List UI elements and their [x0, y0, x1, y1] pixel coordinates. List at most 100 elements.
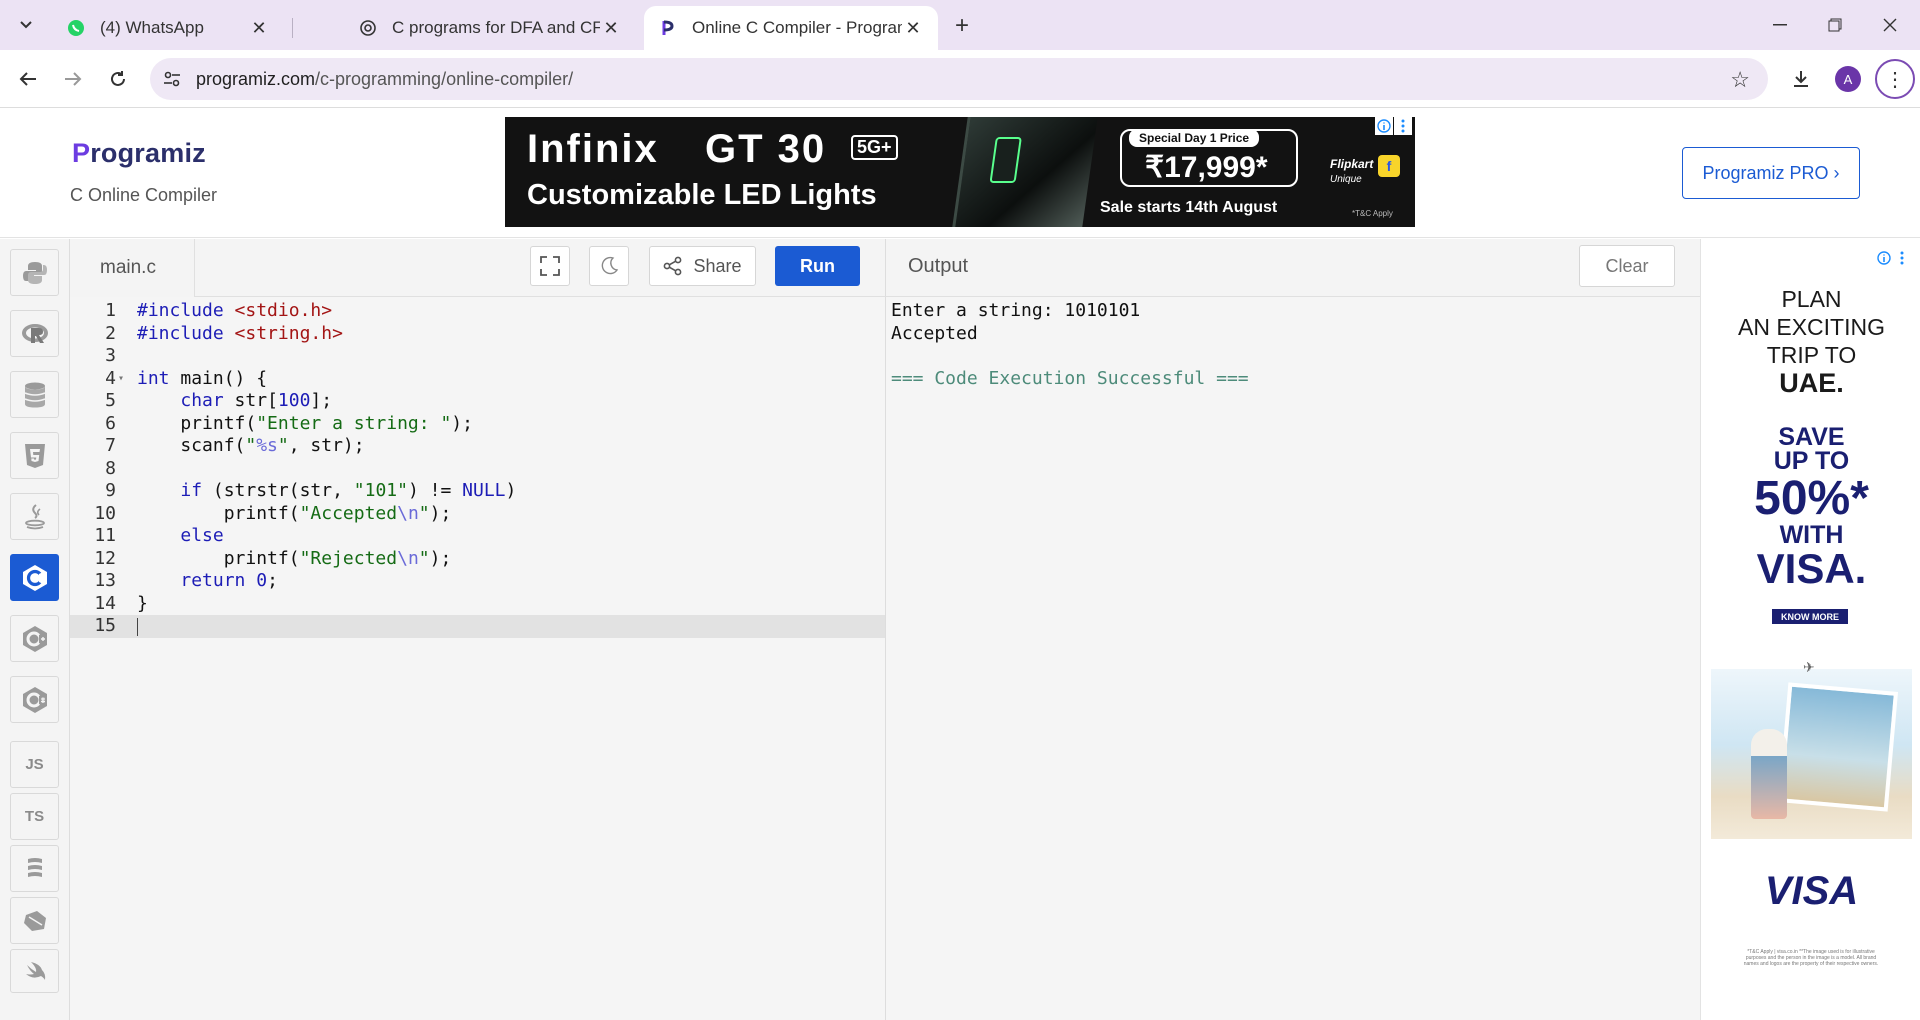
profile-button[interactable]: A [1833, 64, 1863, 94]
ad-brand: Infinix [527, 127, 659, 171]
run-button[interactable]: Run [775, 246, 860, 286]
code-line[interactable]: 1 #include <stdio.h> [70, 300, 885, 323]
tab-search-button[interactable] [10, 9, 42, 41]
lang-js[interactable]: JS [10, 741, 59, 788]
code-line[interactable]: 15 [70, 615, 885, 638]
lang-php[interactable] [10, 897, 59, 944]
lang-python[interactable] [10, 249, 59, 296]
file-tab[interactable]: main.c [70, 239, 195, 297]
burj-al-arab-photo [1777, 682, 1899, 812]
url-host: programiz.com [196, 69, 316, 89]
code-line[interactable]: 10 printf("Accepted\n"); [70, 503, 885, 526]
downloads-button[interactable] [1786, 64, 1816, 94]
tab-programiz[interactable]: Online C Compiler - Programiz ✕ [644, 6, 938, 50]
know-more-button[interactable]: KNOW MORE [1772, 609, 1848, 624]
reload-button[interactable] [103, 64, 133, 94]
code-line[interactable]: 7 scanf("%s", str); [70, 435, 885, 458]
close-icon[interactable]: ✕ [902, 17, 924, 39]
line-number: 15 [94, 615, 116, 636]
lang-java[interactable] [10, 493, 59, 540]
line-number: 14 [94, 592, 116, 614]
programiz-pro-button[interactable]: Programiz PRO › [1682, 147, 1860, 199]
code-line[interactable]: 11 else [70, 525, 885, 548]
ad-tagline: Customizable LED Lights [527, 179, 877, 211]
code-line[interactable]: 9 if (strstr(str, "101") != NULL) [70, 480, 885, 503]
chatgpt-icon [358, 18, 378, 38]
ad-options-icon[interactable] [1893, 249, 1911, 267]
output-header: Output Clear [885, 239, 1700, 297]
ad-options-icon[interactable] [1394, 117, 1412, 135]
line-number: 13 [94, 570, 116, 591]
site-info-icon[interactable] [162, 69, 182, 89]
ad-terms: *T&C Apply [1352, 209, 1393, 218]
ad-line: SAVE [1778, 423, 1845, 451]
share-button[interactable]: Share [649, 246, 756, 286]
fold-arrow-icon[interactable]: ▾ [118, 368, 124, 391]
line-number: 8 [105, 457, 116, 479]
address-bar[interactable]: programiz.com/c-programming/online-compi… [150, 58, 1768, 100]
fullscreen-button[interactable] [530, 246, 570, 286]
banner-ad[interactable]: Infinix GT 30 5G+ Customizable LED Light… [505, 117, 1415, 227]
close-window-button[interactable] [1870, 10, 1910, 40]
site-header: Programiz C Online Compiler Infinix GT 3… [0, 108, 1920, 238]
ad-line: AN EXCITING [1738, 314, 1885, 340]
code-line[interactable]: 8 [70, 458, 885, 481]
bookmark-star-icon[interactable]: ☆ [1730, 67, 1750, 93]
execution-status: === Code Execution Successful === [891, 367, 1249, 389]
clear-button[interactable]: Clear [1579, 245, 1675, 287]
back-button[interactable] [13, 64, 43, 94]
code-line[interactable]: 6 printf("Enter a string: "); [70, 413, 885, 436]
lang-ts[interactable]: TS [10, 793, 59, 840]
browser-menu-button[interactable]: ⋮ [1875, 59, 1915, 99]
restore-button[interactable] [1815, 10, 1855, 40]
tab-title: C programs for DFA and CFG [392, 18, 600, 37]
visa-side-ad[interactable]: PLAN AN EXCITING TRIP TO UAE. SAVE UP TO… [1711, 249, 1912, 1009]
page-subtitle: C Online Compiler [70, 185, 218, 205]
code-line[interactable]: 14} [70, 593, 885, 616]
forward-button[interactable] [58, 64, 88, 94]
lang-csharp[interactable] [10, 676, 59, 723]
html5-icon [24, 443, 45, 468]
close-icon[interactable]: ✕ [600, 17, 622, 39]
code-text: printf("Rejected\n"); [137, 547, 452, 569]
minimize-button[interactable] [1760, 10, 1800, 40]
url-text: programiz.com/c-programming/online-compi… [196, 69, 573, 90]
code-text: #include <string.h> [137, 322, 343, 344]
ad-info-icon[interactable] [1375, 117, 1393, 135]
code-line[interactable]: 2 #include <string.h> [70, 323, 885, 346]
code-line[interactable]: 13 return 0; [70, 570, 885, 593]
lang-sql[interactable] [10, 371, 59, 418]
line-number: 3 [105, 345, 116, 366]
lang-html[interactable] [10, 432, 59, 479]
ad-destination: UAE. [1779, 368, 1844, 398]
new-tab-button[interactable]: + [948, 12, 976, 40]
code-line[interactable]: 4 ▾ int main() { [70, 368, 885, 391]
close-icon[interactable]: ✕ [248, 17, 270, 39]
tab-chatgpt[interactable]: C programs for DFA and CFG ✕ [344, 6, 636, 50]
lang-c[interactable] [10, 554, 59, 601]
code-line[interactable]: 5 char str[100]; [70, 390, 885, 413]
ad-line: UAE. [1711, 369, 1912, 398]
tab-whatsapp[interactable]: (4) WhatsApp ✕ [52, 6, 284, 50]
code-line[interactable]: 12 printf("Rejected\n"); [70, 548, 885, 571]
code-text: int main() { [137, 367, 268, 389]
ad-line: PLAN [1781, 286, 1842, 312]
lang-cpp[interactable] [10, 615, 59, 662]
close-icon [1883, 18, 1897, 32]
code-editor[interactable]: 1 #include <stdio.h> 2 #include <string.h> 3… [70, 297, 885, 1020]
java-icon [24, 503, 45, 529]
lang-swift[interactable] [10, 949, 59, 993]
kebab-menu-icon: ⋮ [1875, 59, 1915, 99]
arrow-left-icon [19, 72, 36, 86]
ad-headline: PLAN AN EXCITING TRIP TO UAE. [1711, 285, 1912, 398]
code-line[interactable]: 3 [70, 345, 885, 368]
programiz-logo[interactable]: Programiz [72, 138, 206, 169]
lang-r[interactable] [10, 310, 59, 357]
ad-info-icon[interactable] [1875, 249, 1893, 267]
dark-mode-button[interactable] [589, 246, 629, 286]
line-number: 10 [94, 502, 116, 524]
share-icon [664, 256, 682, 276]
lang-go[interactable] [10, 845, 59, 892]
code-text: return 0; [180, 570, 278, 591]
output-console[interactable]: Enter a string: 1010101 Accepted === Code … [885, 297, 1700, 1020]
